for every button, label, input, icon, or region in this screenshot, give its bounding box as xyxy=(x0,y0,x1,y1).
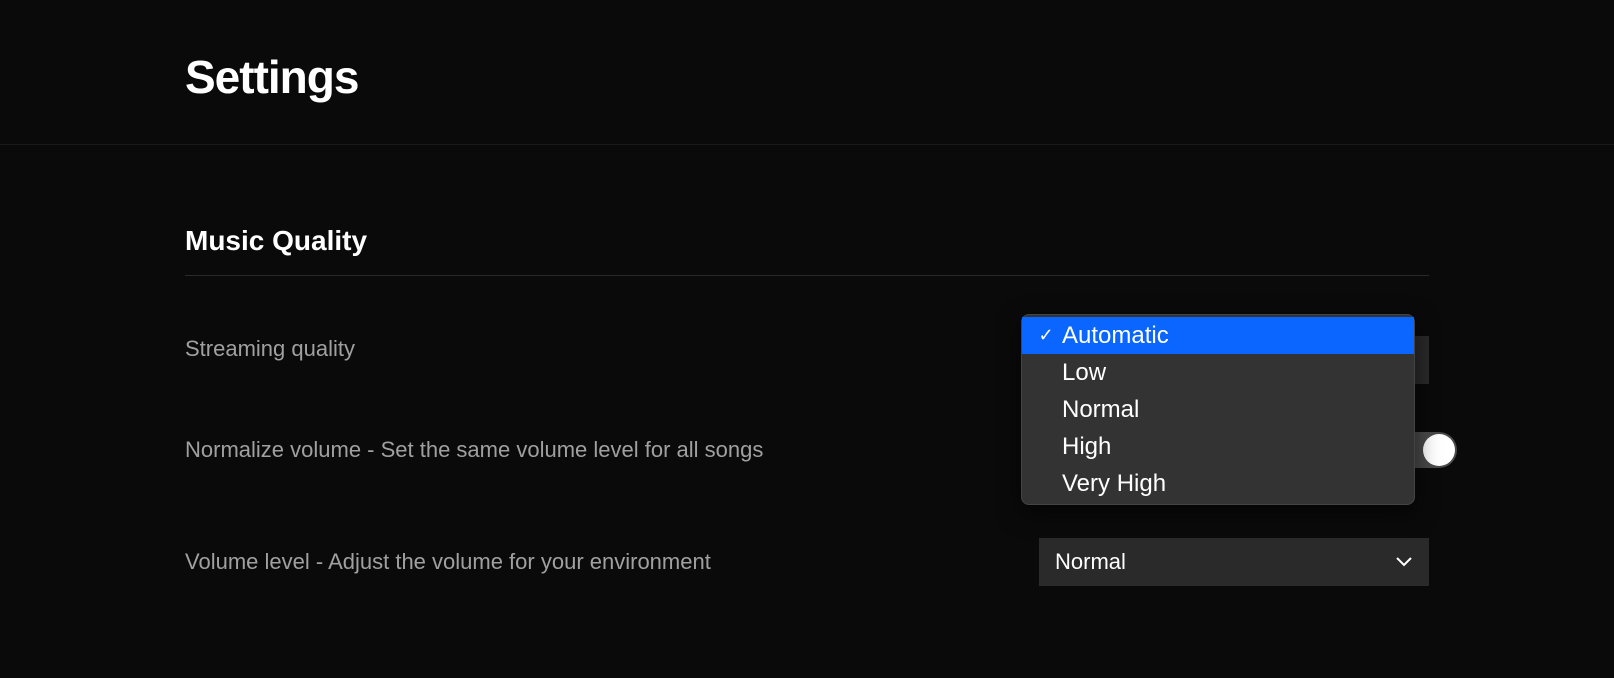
setting-row-volume-level: Volume level - Adjust the volume for you… xyxy=(185,538,1429,586)
volume-level-value: Normal xyxy=(1055,549,1126,575)
volume-level-select[interactable]: Normal xyxy=(1039,538,1429,586)
streaming-quality-select-edge[interactable] xyxy=(1413,336,1429,384)
volume-level-label: Volume level - Adjust the volume for you… xyxy=(185,549,711,575)
check-icon: ✓ xyxy=(1034,325,1058,346)
dropdown-option-label: Normal xyxy=(1062,396,1139,424)
toggle-knob xyxy=(1423,434,1455,466)
dropdown-option-label: Automatic xyxy=(1062,322,1169,350)
settings-header: Settings xyxy=(0,0,1614,145)
settings-content: Music Quality Streaming quality ✓ Automa… xyxy=(0,145,1614,586)
dropdown-option-label: Low xyxy=(1062,359,1106,387)
chevron-down-icon xyxy=(1395,553,1413,571)
dropdown-option-high[interactable]: High xyxy=(1022,428,1414,465)
dropdown-option-normal[interactable]: Normal xyxy=(1022,391,1414,428)
streaming-quality-label: Streaming quality xyxy=(185,336,355,362)
setting-row-streaming-quality: Streaming quality ✓ Automatic Low Normal… xyxy=(185,336,1429,362)
normalize-volume-label: Normalize volume - Set the same volume l… xyxy=(185,437,763,463)
section-title-music-quality: Music Quality xyxy=(185,225,1429,276)
dropdown-option-low[interactable]: Low xyxy=(1022,354,1414,391)
streaming-quality-dropdown: ✓ Automatic Low Normal High Very High xyxy=(1021,314,1415,505)
page-title: Settings xyxy=(185,50,1614,104)
dropdown-option-automatic[interactable]: ✓ Automatic xyxy=(1022,317,1414,354)
dropdown-option-very-high[interactable]: Very High xyxy=(1022,465,1414,502)
dropdown-option-label: Very High xyxy=(1062,470,1166,498)
dropdown-option-label: High xyxy=(1062,433,1111,461)
